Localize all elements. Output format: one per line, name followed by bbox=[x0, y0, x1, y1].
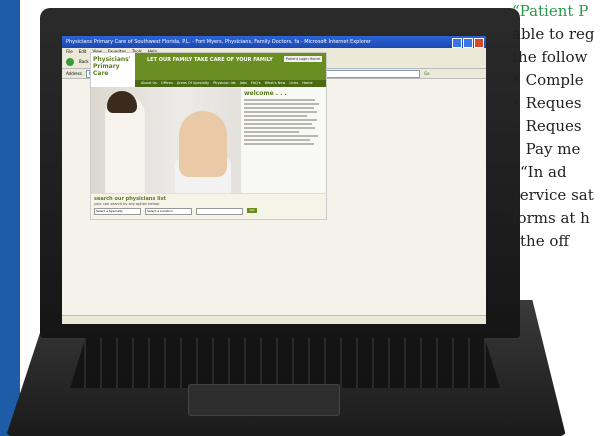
welcome-heading: welcome . . . bbox=[244, 90, 287, 97]
doctor-child-photo bbox=[91, 87, 241, 193]
name-input[interactable] bbox=[196, 208, 243, 215]
nav-item[interactable]: Home bbox=[302, 80, 312, 87]
nav-item[interactable]: Physician list bbox=[213, 80, 236, 87]
article-line: the off bbox=[520, 232, 570, 250]
logo-line: Care bbox=[93, 70, 109, 77]
browser-titlebar: Physicians Primary Care of Southwest Flo… bbox=[62, 36, 486, 48]
article-line: able to reg bbox=[512, 25, 595, 43]
search-go-button[interactable]: GO bbox=[247, 208, 257, 213]
doctor-hair bbox=[107, 91, 137, 113]
article-text: “Patient P able to reg the follow • Comp… bbox=[512, 0, 616, 253]
search-subtitle: your can search by any option below: bbox=[94, 202, 160, 206]
back-icon[interactable] bbox=[66, 58, 74, 66]
browser-statusbar bbox=[62, 315, 486, 324]
child-figure bbox=[179, 111, 227, 177]
article-line: “In ad bbox=[520, 163, 567, 181]
welcome-text bbox=[244, 99, 323, 145]
location-select[interactable]: Select a Location bbox=[145, 208, 192, 215]
article-line: forms at h bbox=[512, 209, 590, 227]
nav-item[interactable]: About Us bbox=[141, 80, 157, 87]
physician-search: search our physicians list your can sear… bbox=[91, 193, 326, 219]
article-line: “Patient P bbox=[512, 2, 589, 20]
article-line: service sat bbox=[512, 186, 594, 204]
article-bullet: • Reques bbox=[512, 94, 582, 112]
article-bullet: • Pay me bbox=[512, 140, 581, 158]
site-header: Physicians' Primary Care LET OUR FAMILY … bbox=[91, 53, 326, 87]
minimize-icon[interactable] bbox=[452, 38, 462, 48]
nav-item[interactable]: What's New bbox=[265, 80, 286, 87]
left-edge-bar bbox=[0, 0, 20, 436]
site-tagline: LET OUR FAMILY TAKE CARE OF YOUR FAMILY bbox=[147, 57, 273, 63]
touchpad bbox=[188, 384, 340, 416]
site-body: welcome . . . bbox=[91, 87, 326, 193]
browser-title: Physicians Primary Care of Southwest Flo… bbox=[66, 39, 371, 45]
specialty-select[interactable]: Select a Specialty bbox=[94, 208, 141, 215]
patient-login-link[interactable]: Patient Login Home bbox=[283, 56, 322, 62]
logo-line: Primary bbox=[93, 63, 120, 70]
menu-edit[interactable]: Edit bbox=[79, 48, 87, 56]
menu-file[interactable]: File bbox=[66, 48, 73, 56]
nav-item[interactable]: Jobs bbox=[240, 80, 247, 87]
nav-item[interactable]: Offices bbox=[161, 80, 173, 87]
go-button[interactable]: Go bbox=[424, 69, 430, 78]
website-page: Physicians' Primary Care LET OUR FAMILY … bbox=[90, 52, 327, 220]
nav-item[interactable]: Links bbox=[289, 80, 298, 87]
logo-line: Physicians' bbox=[93, 56, 131, 63]
address-label: Address bbox=[66, 71, 82, 76]
article-line: the follow bbox=[512, 48, 588, 66]
back-button[interactable]: Back bbox=[79, 56, 89, 68]
close-icon[interactable] bbox=[474, 38, 484, 48]
welcome-panel: welcome . . . bbox=[241, 87, 326, 193]
nav-item[interactable]: Areas Of Specialty bbox=[177, 80, 209, 87]
site-logo[interactable]: Physicians' Primary Care bbox=[91, 53, 135, 87]
article-bullet: • Comple bbox=[512, 71, 584, 89]
search-row: Select a Specialty Select a Location GO bbox=[94, 208, 323, 215]
maximize-icon[interactable] bbox=[463, 38, 473, 48]
article-bullet: • Reques bbox=[512, 117, 582, 135]
tagline-banner: LET OUR FAMILY TAKE CARE OF YOUR FAMILY … bbox=[135, 53, 326, 87]
site-nav: About Us Offices Areas Of Specialty Phys… bbox=[135, 80, 326, 87]
nav-item[interactable]: FAQ's bbox=[251, 80, 261, 87]
